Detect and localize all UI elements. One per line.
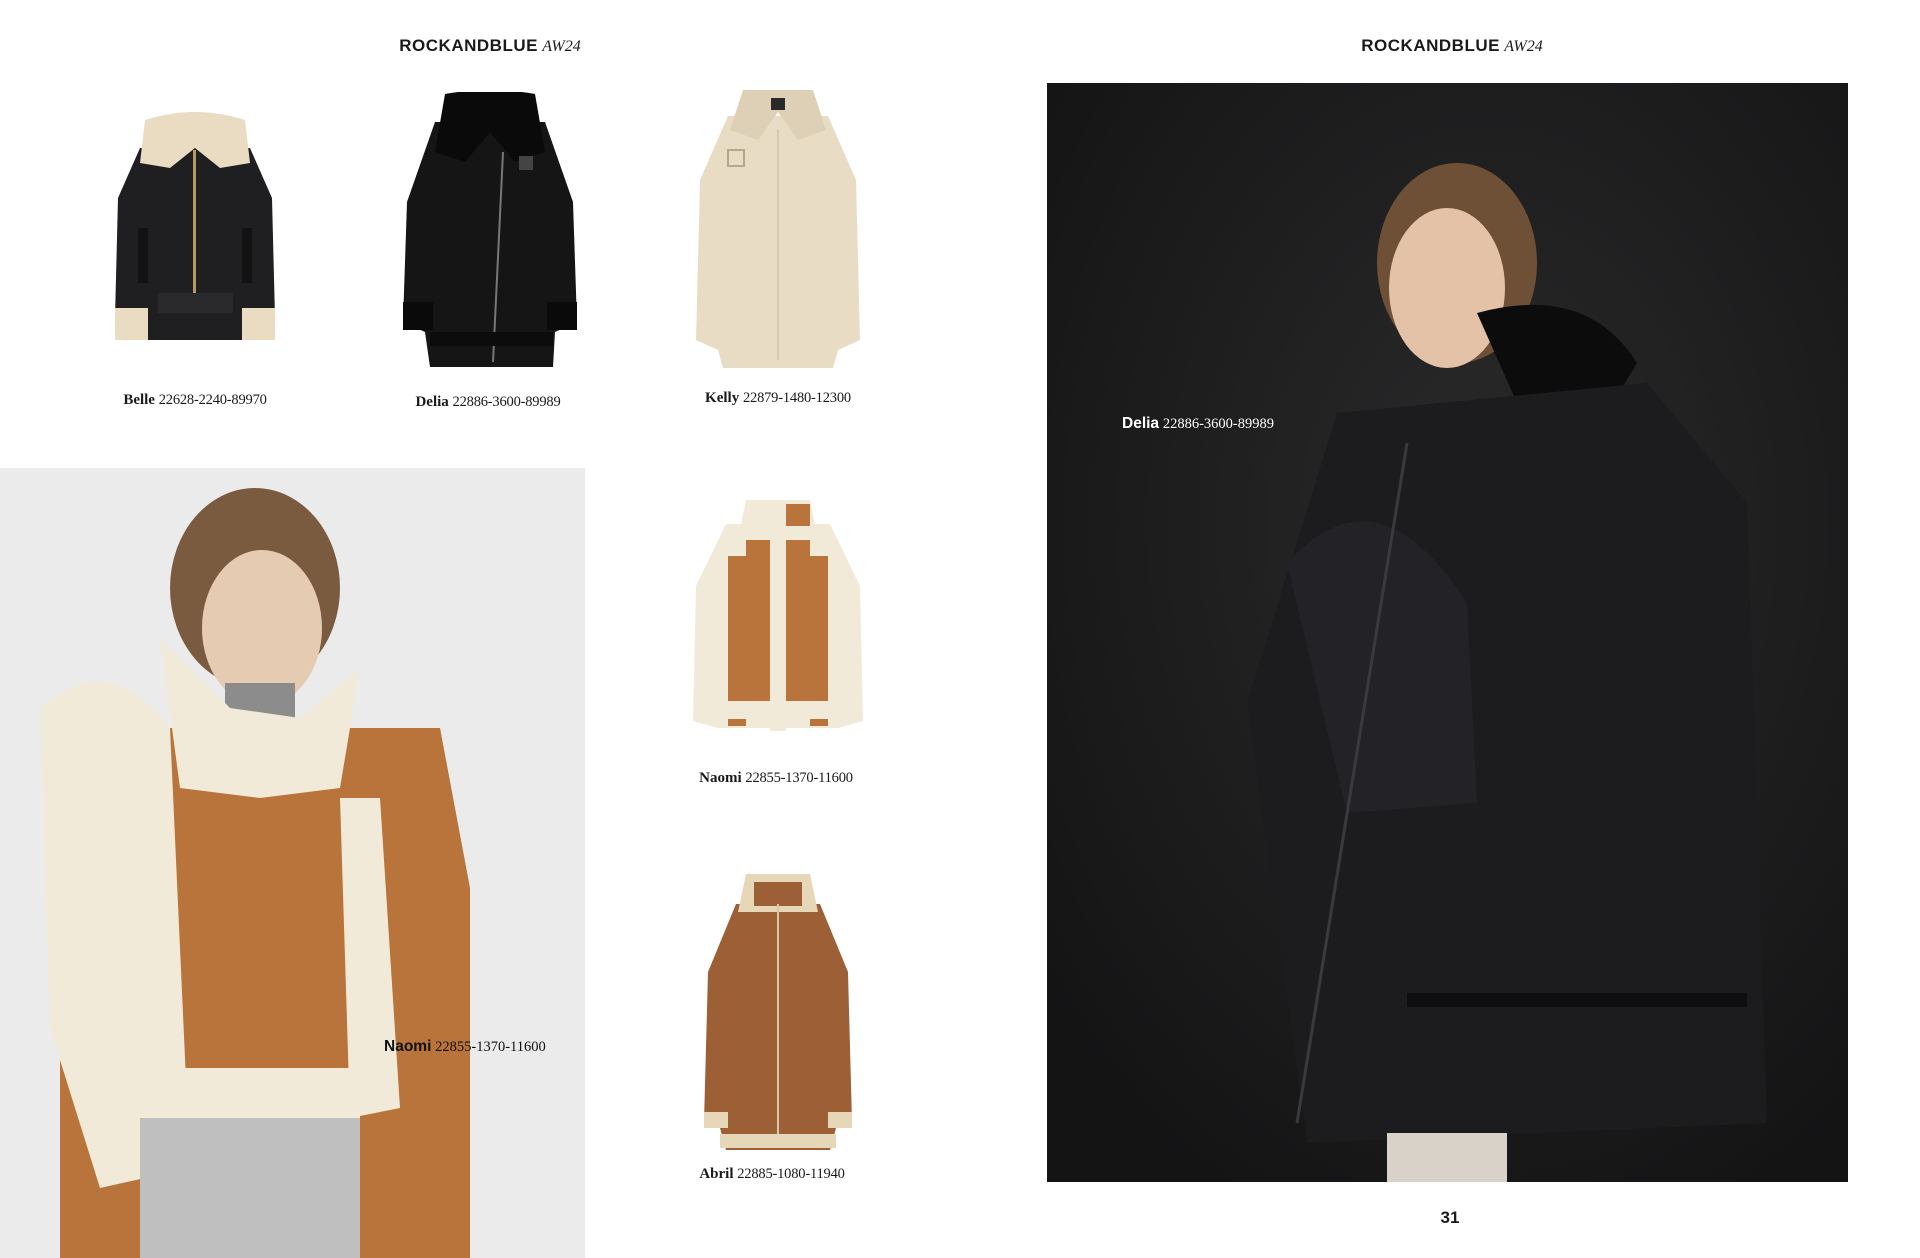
- brand-name: ROCKANDBLUE: [1361, 36, 1500, 55]
- editorial-photo-delia: Delia 22886-3600-89989: [1047, 83, 1848, 1182]
- photo-label-naomi: Naomi 22855-1370-11600: [384, 1038, 546, 1055]
- season-label: AW24: [1504, 38, 1543, 55]
- product-image-delia: [395, 92, 585, 372]
- product-image-kelly: [688, 90, 868, 370]
- brand-name: ROCKANDBLUE: [399, 36, 538, 55]
- photo-label-delia: Delia 22886-3600-89989: [1122, 415, 1274, 432]
- season-label: AW24: [542, 38, 581, 55]
- editorial-photo-naomi: Naomi 22855-1370-11600: [0, 468, 585, 1258]
- product-caption-delia: Delia 22886-3600-89989: [415, 394, 561, 410]
- product-caption-naomi: Naomi 22855-1370-11600: [699, 770, 853, 786]
- product-image-naomi: [688, 496, 868, 736]
- product-caption-abril: Abril 22885-1080-11940: [699, 1166, 845, 1182]
- product-caption-belle: Belle 22628-2240-89970: [123, 392, 267, 408]
- page-number: 31: [1440, 1208, 1460, 1227]
- product-image-abril: [698, 872, 858, 1152]
- page-header-right: ROCKANDBLUE AW24: [1322, 36, 1582, 56]
- product-image-belle: [100, 108, 290, 348]
- product-caption-kelly: Kelly 22879-1480-12300: [705, 390, 851, 406]
- page-header-left: ROCKANDBLUE AW24: [360, 36, 620, 56]
